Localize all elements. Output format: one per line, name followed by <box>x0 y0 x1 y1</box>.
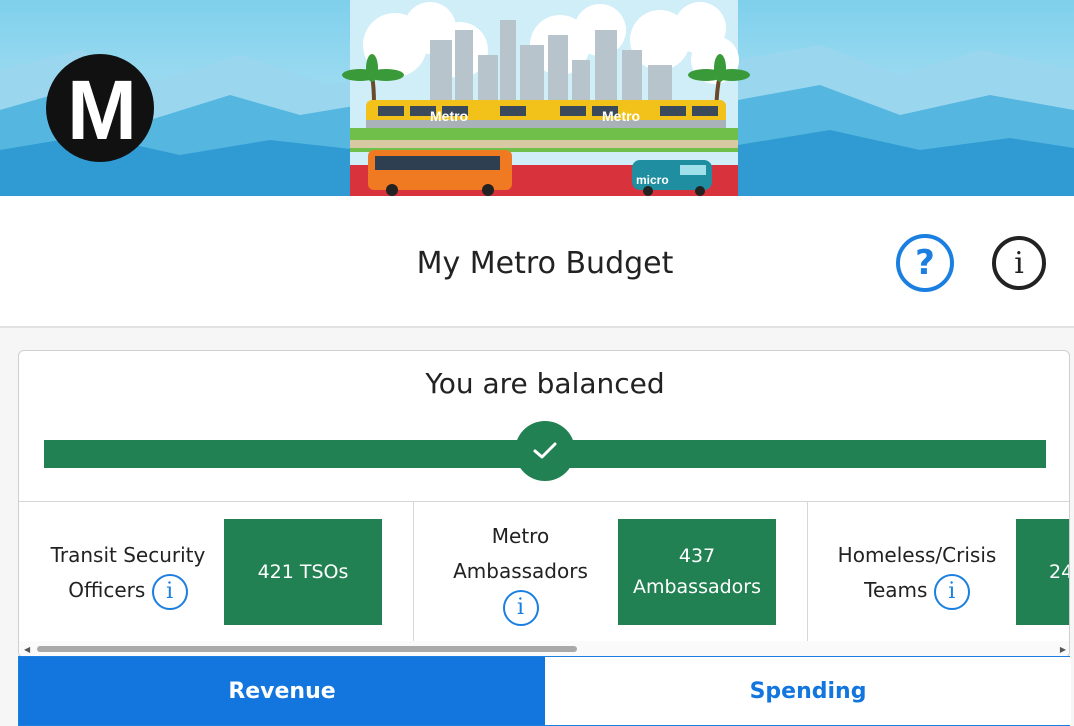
micro-label: micro <box>636 173 669 187</box>
header-banner: Metro Metro micro M <box>0 0 1074 196</box>
item-label: Homeless/Crisis Teams i <box>833 538 1001 610</box>
tab-revenue[interactable]: Revenue <box>19 657 545 725</box>
budget-item-metro-ambassadors: Metro Ambassadors i 437 Ambassadors <box>414 502 808 642</box>
metro-logo-letter: M <box>67 63 137 157</box>
item-value-text: 437 Ambassadors <box>633 541 761 603</box>
item-label-text: Teams <box>864 578 928 602</box>
check-icon <box>533 442 557 459</box>
app-root: Metro Metro micro M My Metro Budget ? i … <box>0 0 1074 726</box>
question-icon: ? <box>915 243 935 283</box>
item-value-text: 24 <box>1049 560 1069 583</box>
train-label-2: Metro <box>602 108 640 124</box>
budget-item-homeless-crisis: Homeless/Crisis Teams i 24 <box>808 502 1069 642</box>
balance-status: You are balanced <box>425 367 665 400</box>
item-info-icon[interactable]: i <box>151 573 188 610</box>
item-label: Metro Ambassadors i <box>439 519 602 626</box>
item-value-button[interactable]: 421 TSOs <box>224 519 382 625</box>
item-label-line: Officers i <box>44 573 212 610</box>
info-button[interactable]: i <box>992 236 1046 290</box>
banner-illustration: Metro Metro micro <box>0 0 1074 196</box>
budget-items-row: Transit Security Officers i 421 TSOs Met… <box>19 501 1069 642</box>
scroll-right-arrow-icon[interactable]: ▶ <box>1060 645 1066 654</box>
item-value-text: 421 TSOs <box>257 560 349 583</box>
item-label-line: Transit Security <box>50 543 206 567</box>
budget-item-transit-security: Transit Security Officers i 421 TSOs <box>19 502 414 642</box>
item-label: Transit Security Officers i <box>44 538 212 610</box>
item-value-button[interactable]: 24 <box>1016 519 1069 625</box>
item-label-line: Homeless/Crisis <box>837 543 997 567</box>
info-icon: i <box>1014 245 1024 281</box>
help-button[interactable]: ? <box>896 234 954 292</box>
item-value-line: 437 <box>678 545 716 567</box>
item-info-icon[interactable]: i <box>933 573 970 610</box>
item-label-text: Officers <box>68 578 146 602</box>
tab-spending[interactable]: Spending <box>545 657 1071 725</box>
train-label: Metro <box>430 108 468 124</box>
item-info-icon[interactable]: i <box>502 589 539 626</box>
item-label-line: Metro <box>491 524 550 548</box>
horizontal-scrollbar[interactable]: ◀ ▶ <box>19 641 1069 657</box>
title-bar: My Metro Budget ? i <box>0 196 1074 328</box>
scrollbar-thumb[interactable] <box>37 646 577 652</box>
metro-logo: M <box>46 54 154 162</box>
item-label-line: Ambassadors <box>453 559 588 583</box>
scroll-left-arrow-icon[interactable]: ◀ <box>24 645 30 654</box>
budget-card: You are balanced Transit Security Office… <box>18 350 1070 658</box>
bottom-tabs: Revenue Spending <box>18 656 1071 726</box>
item-value-button[interactable]: 437 Ambassadors <box>618 519 776 625</box>
item-value-line: Ambassadors <box>632 576 762 598</box>
item-label-line: i <box>439 589 602 626</box>
balance-check-badge <box>515 421 575 481</box>
item-label-line: Teams i <box>833 573 1001 610</box>
